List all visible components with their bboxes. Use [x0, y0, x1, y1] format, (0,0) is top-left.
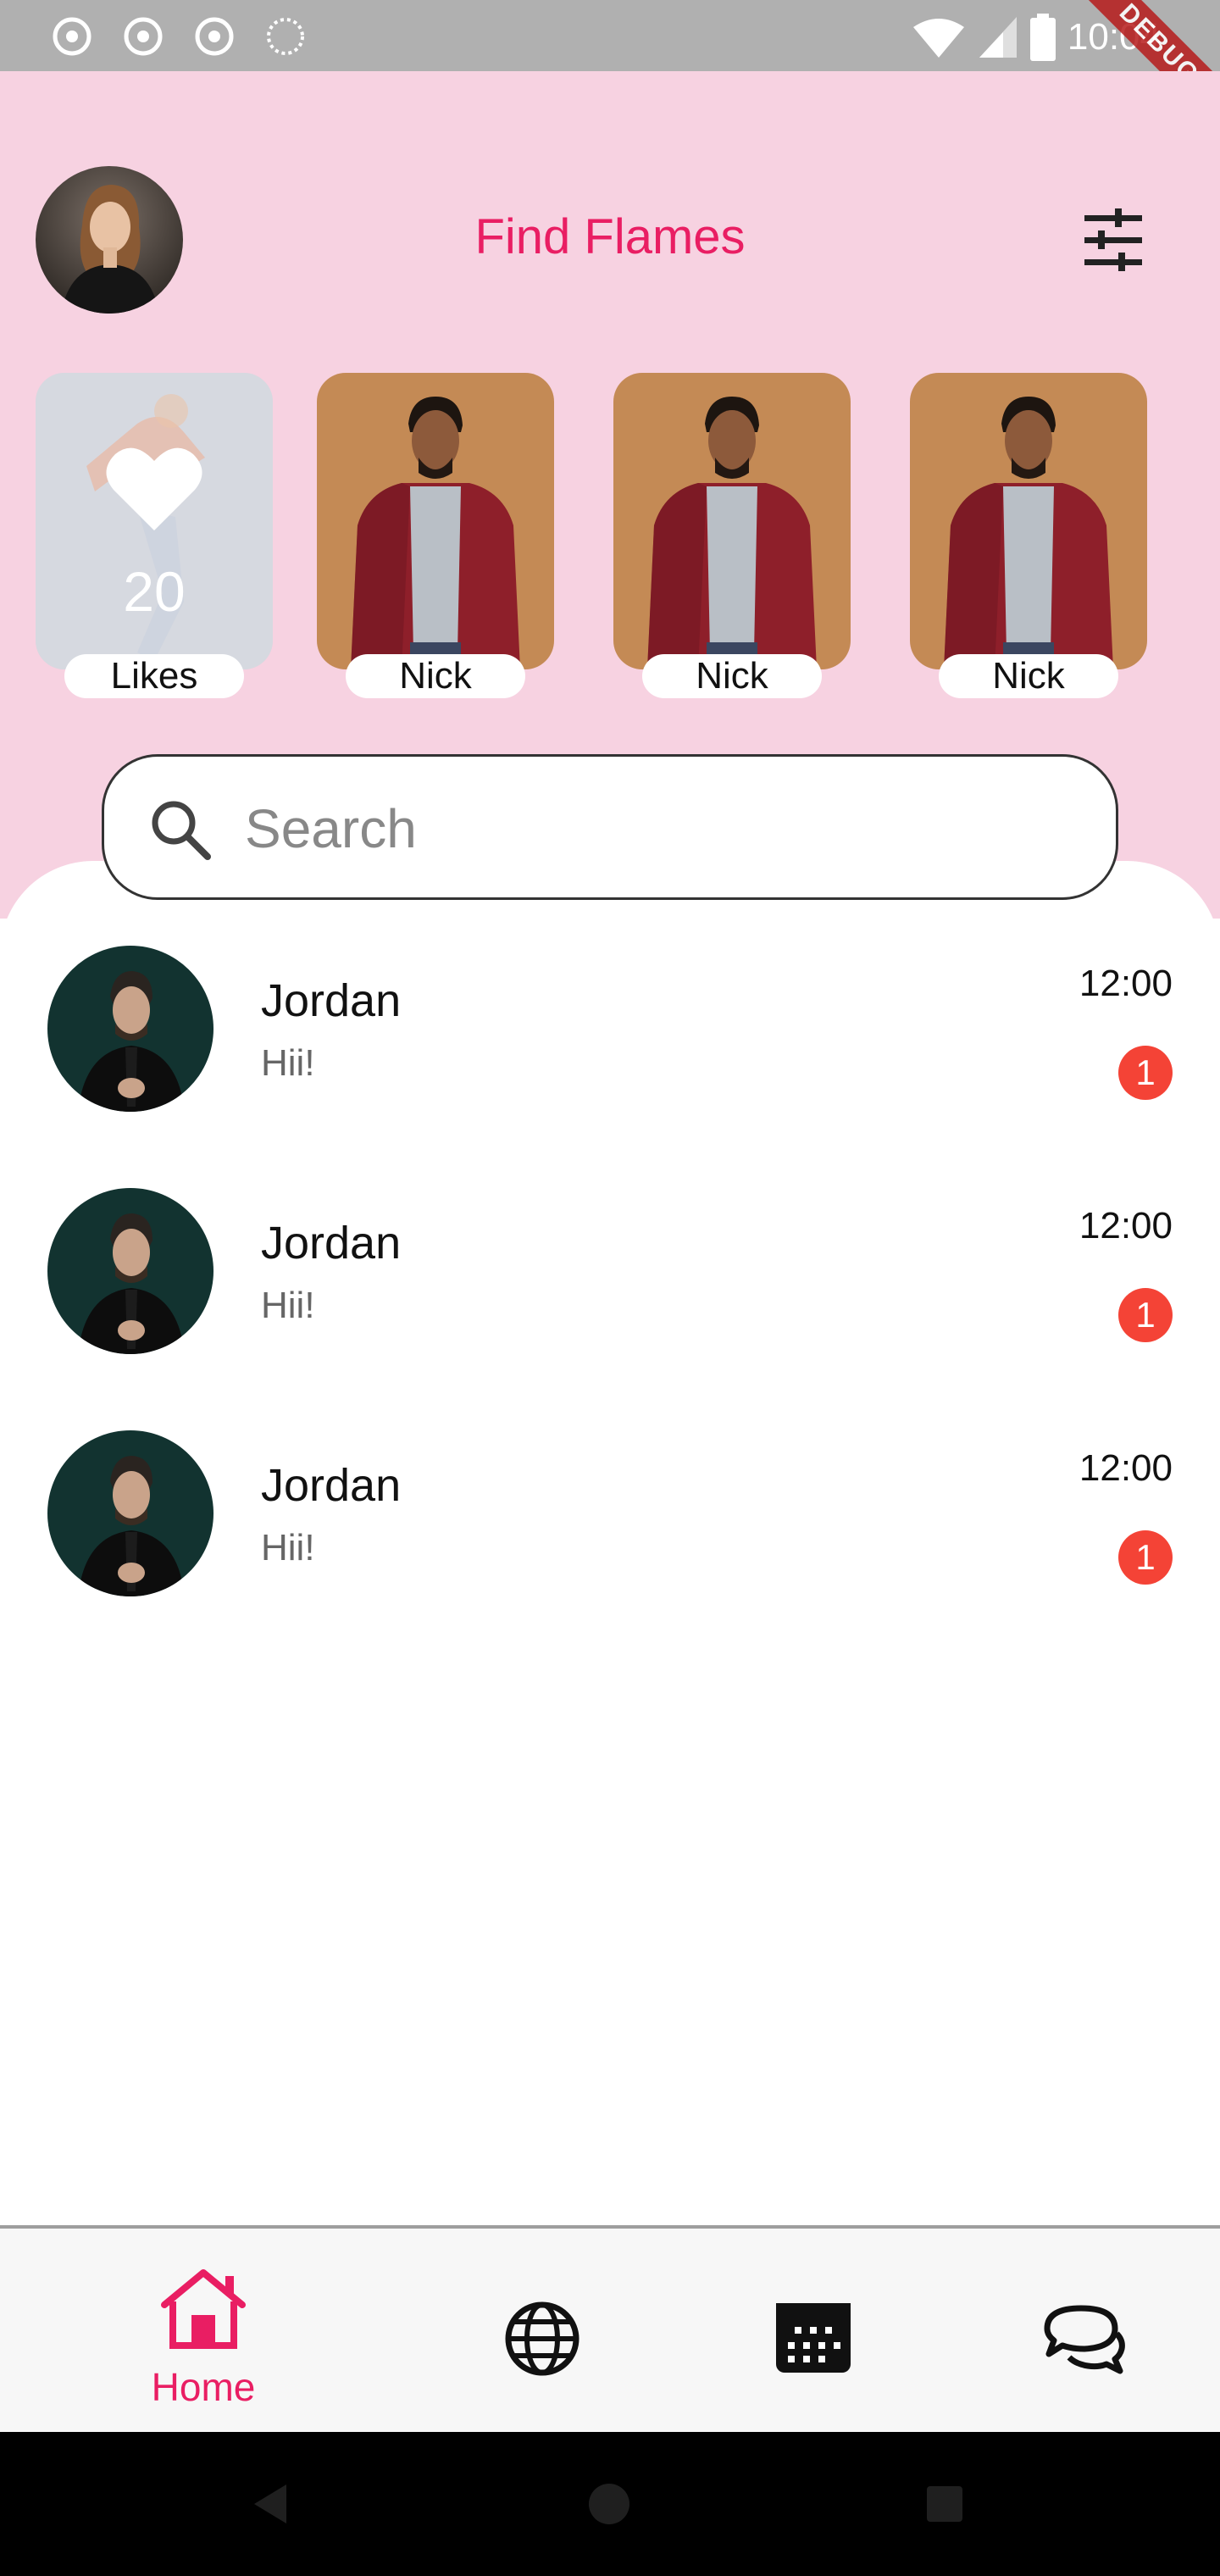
story-label: Nick [346, 654, 525, 698]
chat-avatar [47, 1188, 214, 1354]
chat-time: 12:00 [1079, 963, 1173, 1004]
chat-name: Jordan [261, 975, 402, 1026]
chat-time: 12:00 [1079, 1447, 1173, 1489]
recents-icon[interactable] [907, 2466, 983, 2542]
person-photo [910, 373, 1147, 669]
chrome-icon [124, 17, 163, 56]
unread-badge: 1 [1118, 1046, 1173, 1100]
status-bar: 10:04 DEBUG [0, 0, 1220, 147]
back-icon[interactable] [234, 2466, 310, 2542]
avatar-photo [47, 1188, 214, 1354]
unread-badge: 1 [1118, 1288, 1173, 1342]
search-icon [152, 801, 211, 860]
system-nav-bar [0, 2432, 1220, 2576]
story-label: Nick [642, 654, 822, 698]
chat-message: Hii! [261, 1527, 315, 1568]
nav-home[interactable]: Home [119, 2229, 288, 2432]
avatar-photo [47, 946, 214, 1112]
chat-name: Jordan [261, 1460, 402, 1511]
battery-icon [1029, 14, 1056, 61]
chat-message: Hii! [261, 1285, 315, 1326]
loading-icon [267, 18, 304, 55]
bottom-nav: Home [0, 2229, 1220, 2432]
story-photo [317, 373, 554, 669]
search-bar[interactable] [102, 754, 1118, 900]
chat-time: 12:00 [1079, 1205, 1173, 1246]
nav-globe[interactable] [491, 2229, 593, 2432]
story-label: Likes [64, 654, 244, 698]
chat-message: Hii! [261, 1042, 315, 1084]
tune-icon[interactable] [1076, 203, 1151, 278]
story-nick[interactable]: Nick [910, 373, 1147, 703]
home-icon [161, 2269, 246, 2349]
home-circle-icon[interactable] [571, 2466, 647, 2542]
story-nick[interactable]: Nick [613, 373, 851, 703]
chrome-icon [53, 17, 92, 56]
chat-row[interactable]: Jordan Hii! 12:00 1 [0, 1430, 1220, 1634]
story-photo [910, 373, 1147, 669]
story-likes[interactable]: 20 Likes [36, 373, 273, 703]
person-photo [317, 373, 554, 669]
heart-icon [106, 447, 202, 530]
nav-calendar[interactable] [762, 2229, 864, 2432]
chat-avatar [47, 946, 214, 1112]
nav-chats[interactable] [1034, 2229, 1135, 2432]
person-photo [613, 373, 851, 669]
chat-avatar [47, 1430, 214, 1596]
chat-bubbles-icon [1044, 2305, 1125, 2374]
likes-count: 20 [123, 560, 186, 623]
chat-list: Jordan Hii! 12:00 1 Jordan Hii! 12:00 1 [0, 861, 1220, 2227]
unread-badge: 1 [1118, 1530, 1173, 1585]
nav-home-label: Home [151, 2365, 256, 2409]
avatar-photo [47, 1430, 214, 1596]
signal-icon [979, 17, 1017, 58]
chat-name: Jordan [261, 1218, 402, 1269]
wifi-icon [912, 19, 964, 58]
globe-icon [505, 2301, 580, 2376]
story-nick[interactable]: Nick [317, 373, 554, 703]
search-input[interactable] [245, 791, 1075, 867]
story-photo [613, 373, 851, 669]
story-label: Nick [939, 654, 1118, 698]
calendar-icon [776, 2303, 851, 2373]
chrome-icon [195, 17, 234, 56]
page-title: Find Flames [474, 209, 746, 264]
chat-row[interactable]: Jordan Hii! 12:00 1 [0, 946, 1220, 1149]
chat-row[interactable]: Jordan Hii! 12:00 1 [0, 1188, 1220, 1391]
